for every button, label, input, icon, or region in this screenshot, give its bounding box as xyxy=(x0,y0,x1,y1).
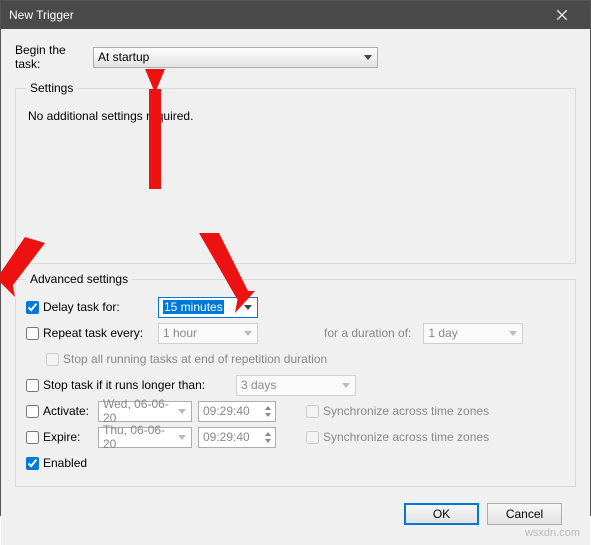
settings-message: No additional settings required. xyxy=(28,109,193,123)
activate-label-text: Activate: xyxy=(43,404,89,418)
expire-checkbox-label[interactable]: Expire: xyxy=(26,430,92,444)
activate-sync-text: Synchronize across time zones xyxy=(323,404,489,418)
settings-body: No additional settings required. xyxy=(26,103,565,253)
stop-longer-combo: 3 days xyxy=(236,375,356,396)
advanced-settings-group: Advanced settings Delay task for: 15 min… xyxy=(15,272,576,487)
stop-all-label-text: Stop all running tasks at end of repetit… xyxy=(63,352,327,366)
begin-task-label: Begin the task: xyxy=(15,43,93,71)
titlebar: New Trigger xyxy=(1,1,590,29)
dialog-content: Begin the task: At startup Settings No a… xyxy=(1,29,590,545)
repeat-duration-label: for a duration of: xyxy=(324,326,411,340)
enabled-label-text: Enabled xyxy=(43,456,87,470)
activate-date-input: Wed, 06-06-20 xyxy=(98,401,192,422)
enabled-checkbox[interactable] xyxy=(26,457,39,470)
activate-sync-label: Synchronize across time zones xyxy=(282,404,489,418)
ok-button-label: OK xyxy=(433,507,450,521)
activate-time-input: 09:29:40 xyxy=(198,401,276,422)
dialog-footer: OK Cancel xyxy=(15,495,576,535)
activate-checkbox-label[interactable]: Activate: xyxy=(26,404,92,418)
repeat-interval-combo: 1 hour xyxy=(158,323,258,344)
stop-longer-value: 3 days xyxy=(241,378,276,392)
stop-longer-checkbox-label[interactable]: Stop task if it runs longer than: xyxy=(26,378,230,392)
delay-checkbox[interactable] xyxy=(26,301,39,314)
expire-time-input: 09:29:40 xyxy=(198,427,276,448)
advanced-settings-legend: Advanced settings xyxy=(26,272,132,286)
ok-button[interactable]: OK xyxy=(404,503,479,525)
stop-longer-row: Stop task if it runs longer than: 3 days xyxy=(26,372,565,398)
repeat-interval-value: 1 hour xyxy=(163,326,197,340)
expire-sync-text: Synchronize across time zones xyxy=(323,430,489,444)
stop-longer-label-text: Stop task if it runs longer than: xyxy=(43,378,205,392)
enabled-row: Enabled xyxy=(26,450,565,476)
begin-task-select[interactable]: At startup xyxy=(93,47,378,68)
dialog-window: New Trigger Begin the task: At startup S… xyxy=(0,0,591,516)
begin-task-row: Begin the task: At startup xyxy=(15,43,576,71)
settings-group: Settings No additional settings required… xyxy=(15,81,576,264)
delay-duration-value: 15 minutes xyxy=(163,300,224,314)
stop-all-checkbox-label: Stop all running tasks at end of repetit… xyxy=(46,352,327,366)
repeat-duration-value: 1 day xyxy=(428,326,457,340)
expire-checkbox[interactable] xyxy=(26,431,39,444)
expire-sync-checkbox xyxy=(306,431,319,444)
delay-row: Delay task for: 15 minutes xyxy=(26,294,565,320)
activate-row: Activate: Wed, 06-06-20 09:29:40 Synchro… xyxy=(26,398,565,424)
repeat-label-text: Repeat task every: xyxy=(43,326,143,340)
repeat-checkbox-label[interactable]: Repeat task every: xyxy=(26,326,152,340)
activate-sync-checkbox xyxy=(306,405,319,418)
delay-duration-combo[interactable]: 15 minutes xyxy=(158,297,258,318)
watermark-text: wsxdn.com xyxy=(525,527,580,539)
settings-legend: Settings xyxy=(26,81,77,95)
cancel-button[interactable]: Cancel xyxy=(487,503,562,525)
enabled-checkbox-label[interactable]: Enabled xyxy=(26,456,87,470)
repeat-checkbox[interactable] xyxy=(26,327,39,340)
close-button[interactable] xyxy=(542,1,582,29)
repeat-row: Repeat task every: 1 hour for a duration… xyxy=(26,320,565,346)
expire-row: Expire: Thu, 06-06-20 09:29:40 Synchroni… xyxy=(26,424,565,450)
stop-all-checkbox xyxy=(46,353,59,366)
stop-all-row: Stop all running tasks at end of repetit… xyxy=(26,346,565,372)
window-title: New Trigger xyxy=(9,8,542,22)
expire-date-input: Thu, 06-06-20 xyxy=(98,427,192,448)
delay-checkbox-label[interactable]: Delay task for: xyxy=(26,300,152,314)
close-icon xyxy=(557,10,567,20)
stop-longer-checkbox[interactable] xyxy=(26,379,39,392)
expire-sync-label: Synchronize across time zones xyxy=(282,430,489,444)
activate-checkbox[interactable] xyxy=(26,405,39,418)
expire-label-text: Expire: xyxy=(43,430,80,444)
cancel-button-label: Cancel xyxy=(506,507,543,521)
repeat-duration-combo: 1 day xyxy=(423,323,523,344)
delay-label-text: Delay task for: xyxy=(43,300,120,314)
